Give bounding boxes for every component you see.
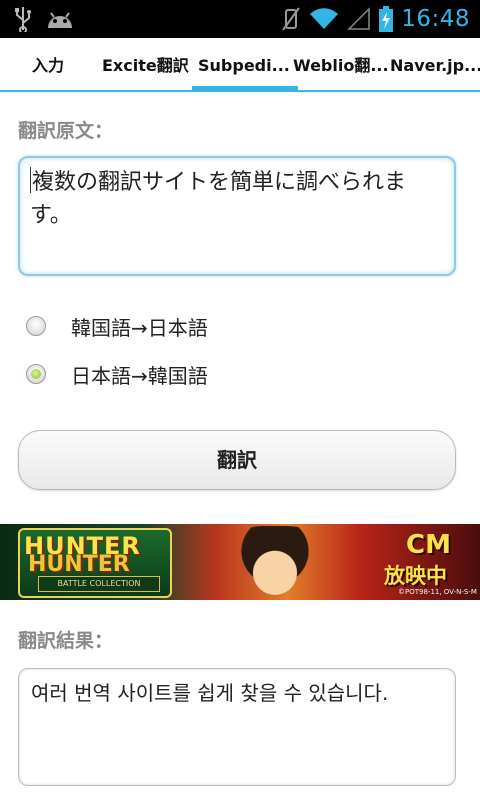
wifi-icon — [310, 8, 339, 30]
banner-onair-text: 放映中 — [384, 564, 447, 588]
radio-button[interactable] — [26, 316, 46, 336]
radio-button-checked[interactable] — [26, 364, 46, 384]
banner-copyright: ©POT98-11, OV-N-S-M — [398, 588, 477, 596]
status-bar: 16:48 — [0, 0, 480, 38]
source-input[interactable]: 複数の翻訳サイトを簡単に調べられます。 — [18, 156, 456, 276]
tab-bar: 入力 Excite翻訳 Subpedi... Weblio翻... Naver.… — [0, 38, 480, 92]
radio-label: 日本語→韓国語 — [71, 363, 208, 388]
android-icon — [48, 12, 72, 28]
tab-input[interactable]: 入力 — [32, 38, 64, 90]
radio-ja-ko[interactable]: 日本語→韓国語 — [26, 354, 208, 394]
tab-weblio[interactable]: Weblio翻... — [293, 38, 389, 90]
banner-character-image — [220, 526, 330, 598]
clock: 16:48 — [401, 6, 470, 32]
signal-icon — [347, 7, 370, 30]
banner-logo-text-2: HUNTER — [28, 552, 130, 577]
tab-excite[interactable]: Excite翻訳 — [102, 38, 189, 90]
banner-cm-text: CM — [406, 530, 451, 560]
battery-charging-icon — [379, 6, 394, 32]
system-icons: 16:48 — [281, 0, 470, 38]
result-output[interactable]: 여러 번역 사이트를 쉽게 찾을 수 있습니다. — [18, 668, 456, 786]
source-text: 複数の翻訳サイトを簡単に調べられます。 — [30, 170, 407, 228]
source-label: 翻訳原文： — [18, 120, 114, 142]
radio-label: 韓国語→日本語 — [71, 315, 208, 340]
result-label: 翻訳結果： — [18, 630, 114, 652]
tab-subpedia[interactable]: Subpedi... — [192, 38, 298, 92]
banner-subtitle: BATTLE COLLECTION — [38, 576, 160, 592]
translate-button[interactable]: 翻訳 — [18, 430, 456, 490]
vibrate-off-icon — [282, 7, 301, 31]
text-cursor — [30, 167, 31, 193]
tab-naver[interactable]: Naver.jp... — [390, 38, 480, 90]
notification-icons — [14, 6, 74, 32]
banner-ad[interactable]: HUNTER HUNTER BATTLE COLLECTION CM 放映中 ©… — [0, 524, 480, 600]
radio-ko-ja[interactable]: 韓国語→日本語 — [26, 306, 208, 346]
usb-icon — [15, 7, 31, 32]
